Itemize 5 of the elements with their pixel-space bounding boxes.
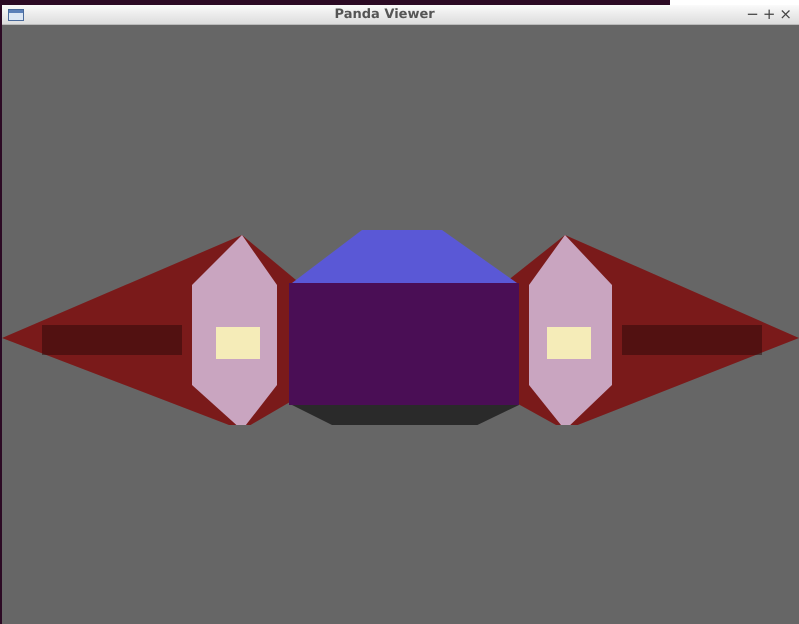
window-title: Panda Viewer xyxy=(334,6,435,24)
maximize-button[interactable]: + xyxy=(762,7,776,22)
window-icon xyxy=(8,8,24,20)
close-button[interactable]: × xyxy=(778,7,793,22)
minimize-button[interactable]: − xyxy=(745,7,760,22)
